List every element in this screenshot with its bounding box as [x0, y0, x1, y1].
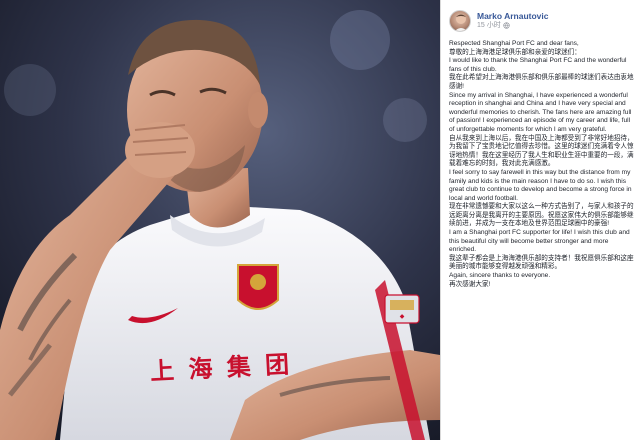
- facebook-post-panel: Marko Arnautovic 15 小时 Respected Shangha…: [441, 0, 640, 440]
- author-name-link[interactable]: Marko Arnautovic: [477, 11, 548, 22]
- post-paragraph: 现在非常遗憾要和大家以这么一种方式告别了，与家人和孩子的远距离分离是我离开的主要…: [449, 203, 634, 228]
- post-time-row: 15 小时: [477, 22, 548, 30]
- post-paragraph: Respected Shanghai Port FC and dear fans…: [449, 40, 579, 47]
- post-header: Marko Arnautovic 15 小时: [449, 8, 634, 34]
- post-paragraph: 我在此希望对上海海港俱乐部和俱乐部最棒的球迷们表达由衷地感谢!: [449, 74, 634, 90]
- post-paragraph: 自从我来到上海以后，我在中国及上海都受到了非常好地招待，为我留下了宝贵地记忆值得…: [449, 134, 634, 168]
- post-paragraph: 再次感谢大家!: [449, 280, 491, 288]
- jersey-sponsor-text: 上 海 集 团: [149, 350, 293, 386]
- post-timestamp[interactable]: 15 小时: [477, 22, 501, 30]
- avatar-photo-icon: [454, 14, 468, 31]
- post-photo[interactable]: ◆ 上 海 集 团: [0, 0, 440, 440]
- svg-text:◆: ◆: [400, 313, 405, 320]
- post-paragraph: I would like to thank the Shanghai Port …: [449, 57, 627, 73]
- post-paragraph: I feel sorry to say farewell in this way…: [449, 168, 632, 202]
- post-paragraph: 尊敬的上海海港足球俱乐部和亲爱的球迷们：: [449, 48, 581, 56]
- post-body: Respected Shanghai Port FC and dear fans…: [449, 40, 634, 289]
- post-paragraph: I am a Shanghai port FC supporter for li…: [449, 229, 630, 254]
- post-paragraph: 我这辈子都会是上海海港俱乐部的支持者！我祝愿俱乐部和这座美丽的城市能够变得越发顽…: [449, 254, 634, 271]
- author-meta: Marko Arnautovic 15 小时: [477, 11, 548, 30]
- globe-icon[interactable]: [503, 22, 510, 30]
- author-avatar[interactable]: [449, 10, 471, 32]
- post-paragraph: Since my arrival in Shanghai, I have exp…: [449, 91, 632, 133]
- post-paragraph: Again, sincere thanks to everyone.: [449, 272, 551, 280]
